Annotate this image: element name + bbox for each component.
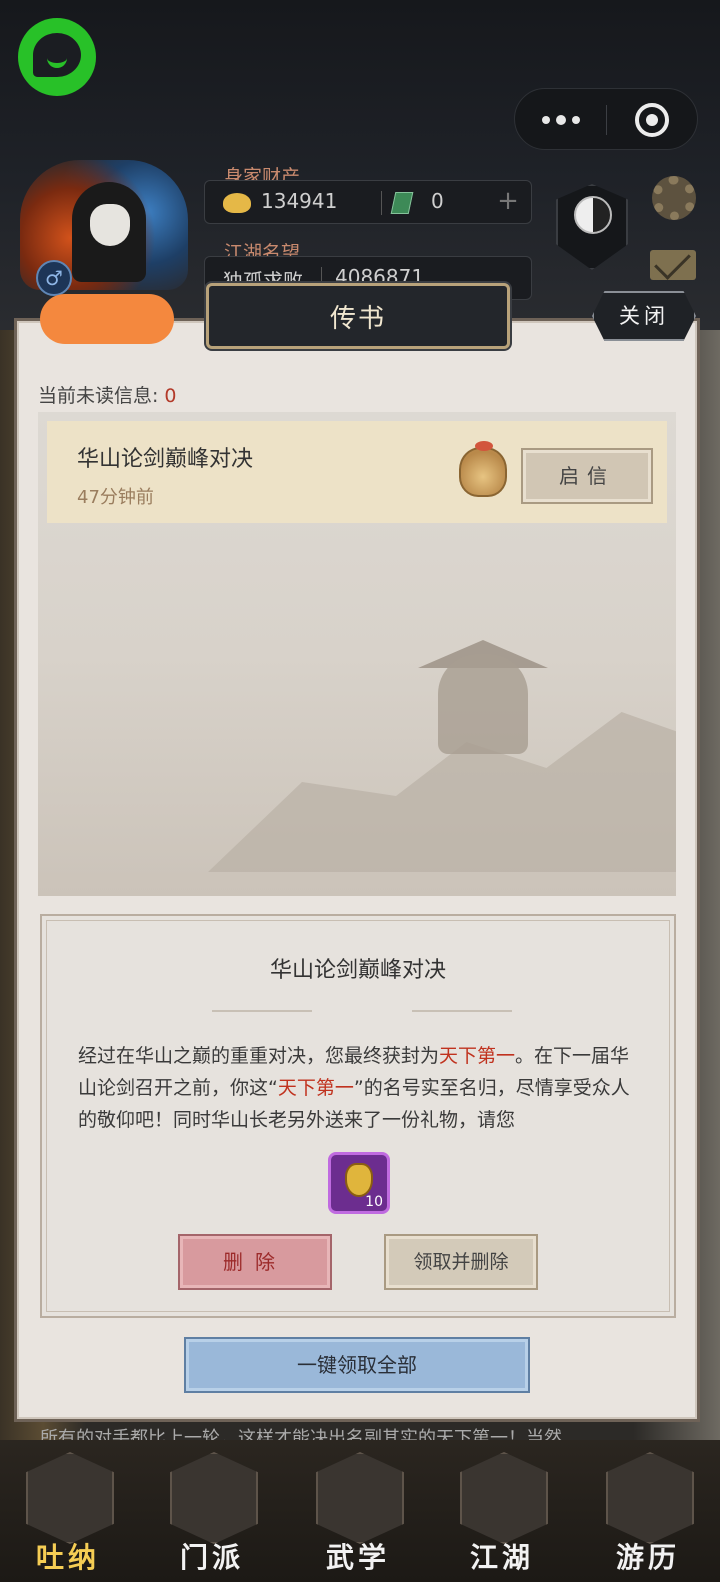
divider-ornament bbox=[412, 1010, 512, 1012]
app-logo-icon[interactable] bbox=[18, 18, 96, 96]
jade-count: 0 bbox=[431, 189, 444, 213]
reward-item-slot[interactable]: 10 bbox=[328, 1152, 390, 1214]
scroll-icon bbox=[316, 1452, 404, 1544]
gold-ingot-icon bbox=[223, 193, 251, 213]
nav-label: 武学 bbox=[325, 1541, 390, 1574]
unread-counter: 当前未读信息: 0 bbox=[38, 385, 177, 407]
mail-icon[interactable] bbox=[650, 250, 696, 280]
nav-item-martial-arts[interactable]: 武学 bbox=[308, 1452, 408, 1578]
redaction-mark bbox=[40, 294, 174, 344]
nav-label: 游历 bbox=[615, 1541, 680, 1574]
mail-subject: 华山论剑巅峰对决 bbox=[77, 447, 254, 472]
exit-target-icon[interactable] bbox=[635, 103, 669, 137]
hat-icon bbox=[460, 1452, 548, 1544]
gourd-icon bbox=[26, 1452, 114, 1544]
reward-quantity: 10 bbox=[365, 1194, 383, 1210]
detail-body: 经过在华山之巅的重重对决，您最终获封为天下第一。在下一届华山论剑召开之前，你这“… bbox=[78, 1045, 630, 1131]
nav-label: 江湖 bbox=[469, 1541, 534, 1574]
mail-detail-panel: 华山论剑巅峰对决 经过在华山之巅的重重对决，您最终获封为天下第一。在下一届华山论… bbox=[40, 914, 676, 1318]
horse-icon bbox=[606, 1452, 694, 1544]
more-options-icon[interactable] bbox=[515, 89, 607, 151]
mini-program-capsule bbox=[514, 88, 698, 150]
mail-time: 47分钟前 bbox=[77, 487, 154, 508]
nav-label: 门派 bbox=[179, 1541, 244, 1574]
gear-icon[interactable] bbox=[652, 176, 696, 220]
assets-bar: 134941 0 + bbox=[204, 180, 532, 224]
nav-item-sect[interactable]: 门派 bbox=[162, 1452, 262, 1578]
recharge-plus-button[interactable]: + bbox=[493, 187, 523, 217]
coin-count: 134941 bbox=[261, 189, 338, 213]
mail-item[interactable]: 华山论剑巅峰对决 47分钟前 启信 bbox=[47, 421, 667, 523]
delete-button[interactable]: 删除 bbox=[178, 1234, 332, 1290]
dialog-title: 传书 bbox=[206, 283, 510, 349]
claim-and-delete-button[interactable]: 领取并删除 bbox=[384, 1234, 538, 1290]
jade-icon bbox=[390, 192, 414, 214]
detail-title: 华山论剑巅峰对决 bbox=[269, 958, 446, 983]
nav-item-jianghu[interactable]: 江湖 bbox=[452, 1452, 552, 1578]
sect-icon bbox=[170, 1452, 258, 1544]
open-mail-button[interactable]: 启信 bbox=[521, 448, 653, 504]
unread-count: 0 bbox=[164, 385, 177, 407]
gold-medal-icon bbox=[345, 1163, 373, 1197]
nav-item-travel[interactable]: 游历 bbox=[598, 1452, 698, 1578]
claim-all-button[interactable]: 一键领取全部 bbox=[184, 1337, 530, 1393]
close-button[interactable]: 关闭 bbox=[592, 291, 696, 341]
highlight-text: 天下第一 bbox=[277, 1077, 354, 1099]
swordsman-illustration bbox=[438, 654, 528, 754]
nav-item-tuna[interactable]: 吐纳 bbox=[18, 1452, 118, 1578]
bottom-nav: 吐纳 门派 武学 江湖 游历 bbox=[0, 1440, 720, 1582]
nav-label: 吐纳 bbox=[35, 1541, 100, 1574]
gift-pouch-icon bbox=[459, 441, 507, 497]
gender-male-icon: ♂ bbox=[36, 260, 72, 296]
highlight-text: 天下第一 bbox=[439, 1045, 516, 1067]
divider-ornament bbox=[212, 1010, 312, 1012]
